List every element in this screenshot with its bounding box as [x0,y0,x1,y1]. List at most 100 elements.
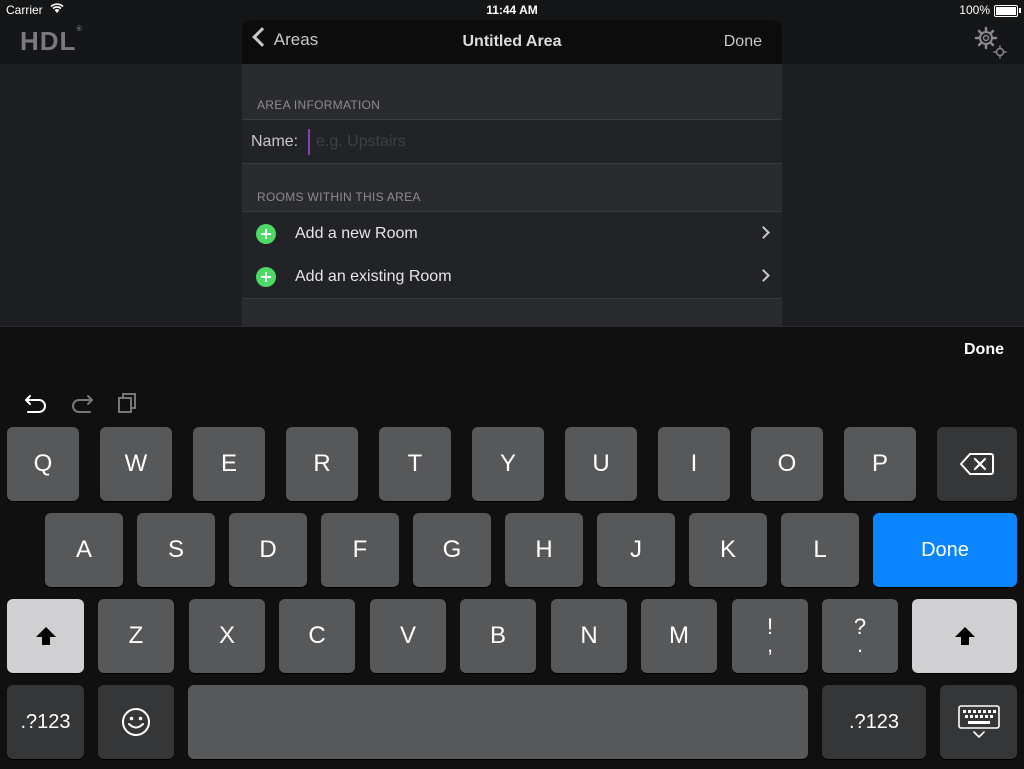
key-label: B [489,622,506,649]
key-label: M [669,622,689,649]
key-label: K [719,536,736,563]
done-button[interactable]: Done [724,33,762,51]
key-w[interactable]: W [100,427,172,501]
emoji-icon [122,708,150,736]
chevron-right-icon [757,226,770,239]
key-label: Q [33,450,53,477]
key-b[interactable]: B [460,599,536,673]
modal-navbar: Areas Untitled Area Done [242,20,782,64]
hide-keyboard-key[interactable] [940,685,1017,759]
name-input[interactable] [308,129,758,155]
key-label: Z [128,622,144,649]
key-r[interactable]: R [286,427,358,501]
key-d[interactable]: D [229,513,307,587]
key-label: S [167,536,184,563]
add-existing-room-label: Add an existing Room [295,268,452,285]
battery-icon [994,5,1018,17]
undo-icon[interactable] [24,391,48,413]
key-label: W [124,450,148,477]
key-label: A [75,536,92,563]
key-label: .?123 [20,710,71,733]
key-a[interactable]: A [45,513,123,587]
keyboard-hide-icon [957,705,1000,738]
keyboard-done-button[interactable]: Done [964,341,1004,359]
delete-key[interactable] [937,427,1017,501]
key-u[interactable]: U [565,427,637,501]
key-f[interactable]: F [321,513,399,587]
numbers-key-right[interactable]: .?123 [822,685,926,759]
name-label: Name: [251,133,299,150]
key-m[interactable]: M [641,599,717,673]
key-label: . [856,632,864,657]
key-label: D [259,536,277,563]
add-existing-room-row[interactable]: Add an existing Room [242,255,782,299]
logo-text: HDL [20,26,77,56]
key-label: R [313,450,331,477]
key-label: N [580,622,598,649]
add-new-room-label: Add a new Room [295,225,418,242]
key-g[interactable]: G [413,513,491,587]
emoji-key[interactable] [98,685,174,759]
key-i[interactable]: I [658,427,730,501]
name-row: Name: [242,119,782,164]
key-t[interactable]: T [379,427,451,501]
area-information-header: AREA INFORMATION [257,98,381,112]
add-new-room-row[interactable]: Add a new Room [242,211,782,256]
numbers-key-left[interactable]: .?123 [7,685,84,759]
key-label: Y [499,450,516,477]
key-x[interactable]: X [189,599,265,673]
keyboard: Done Q W E R T Y U I O P A S D F G H J K… [0,326,1024,769]
battery-tip [1019,8,1021,13]
key-p[interactable]: P [844,427,916,501]
key-label: I [690,450,698,477]
key-e[interactable]: E [193,427,265,501]
edit-area-modal: Areas Untitled Area Done AREA INFORMATIO… [242,20,782,326]
key-label: X [218,622,235,649]
key-h[interactable]: H [505,513,583,587]
redo-icon[interactable] [70,391,94,413]
shift-icon [35,627,56,645]
key-label: J [630,536,642,563]
key-c[interactable]: C [279,599,355,673]
hdl-logo: HDL® [20,26,83,57]
key-q[interactable]: Q [7,427,79,501]
key-z[interactable]: Z [98,599,174,673]
key-l[interactable]: L [781,513,859,587]
battery-percent: 100% [959,3,990,17]
key-o[interactable]: O [751,427,823,501]
key-label: H [535,536,553,563]
key-label: , [766,632,774,657]
rooms-header: ROOMS WITHIN THIS AREA [257,190,421,204]
status-time: 11:44 AM [486,3,538,17]
key-label: P [871,450,888,477]
key-question-period[interactable]: ? . [822,599,898,673]
key-label: G [442,536,462,563]
key-label: Done [921,538,969,561]
key-k[interactable]: K [689,513,767,587]
gear-icon[interactable] [974,26,1008,60]
page-title: Untitled Area [462,33,562,50]
key-label: L [813,536,827,563]
key-s[interactable]: S [137,513,215,587]
key-n[interactable]: N [551,599,627,673]
add-icon [256,224,276,244]
key-label: U [592,450,610,477]
backspace-icon [960,453,994,475]
key-label: E [220,450,237,477]
key-y[interactable]: Y [472,427,544,501]
status-bar: Carrier 11:44 AM 100% [0,0,1024,20]
key-j[interactable]: J [597,513,675,587]
key-label: V [399,622,416,649]
shift-icon [954,627,975,645]
shift-key-right[interactable] [912,599,1017,673]
key-v[interactable]: V [370,599,446,673]
space-key[interactable] [188,685,808,759]
shift-key-left[interactable] [7,599,84,673]
chevron-right-icon [757,269,770,282]
paste-icon[interactable] [116,391,140,413]
return-done-key[interactable]: Done [873,513,1017,587]
key-label: .?123 [848,710,900,733]
key-label: ! [766,614,774,639]
key-label: ? [853,614,867,639]
key-exclaim-comma[interactable]: ! , [732,599,808,673]
